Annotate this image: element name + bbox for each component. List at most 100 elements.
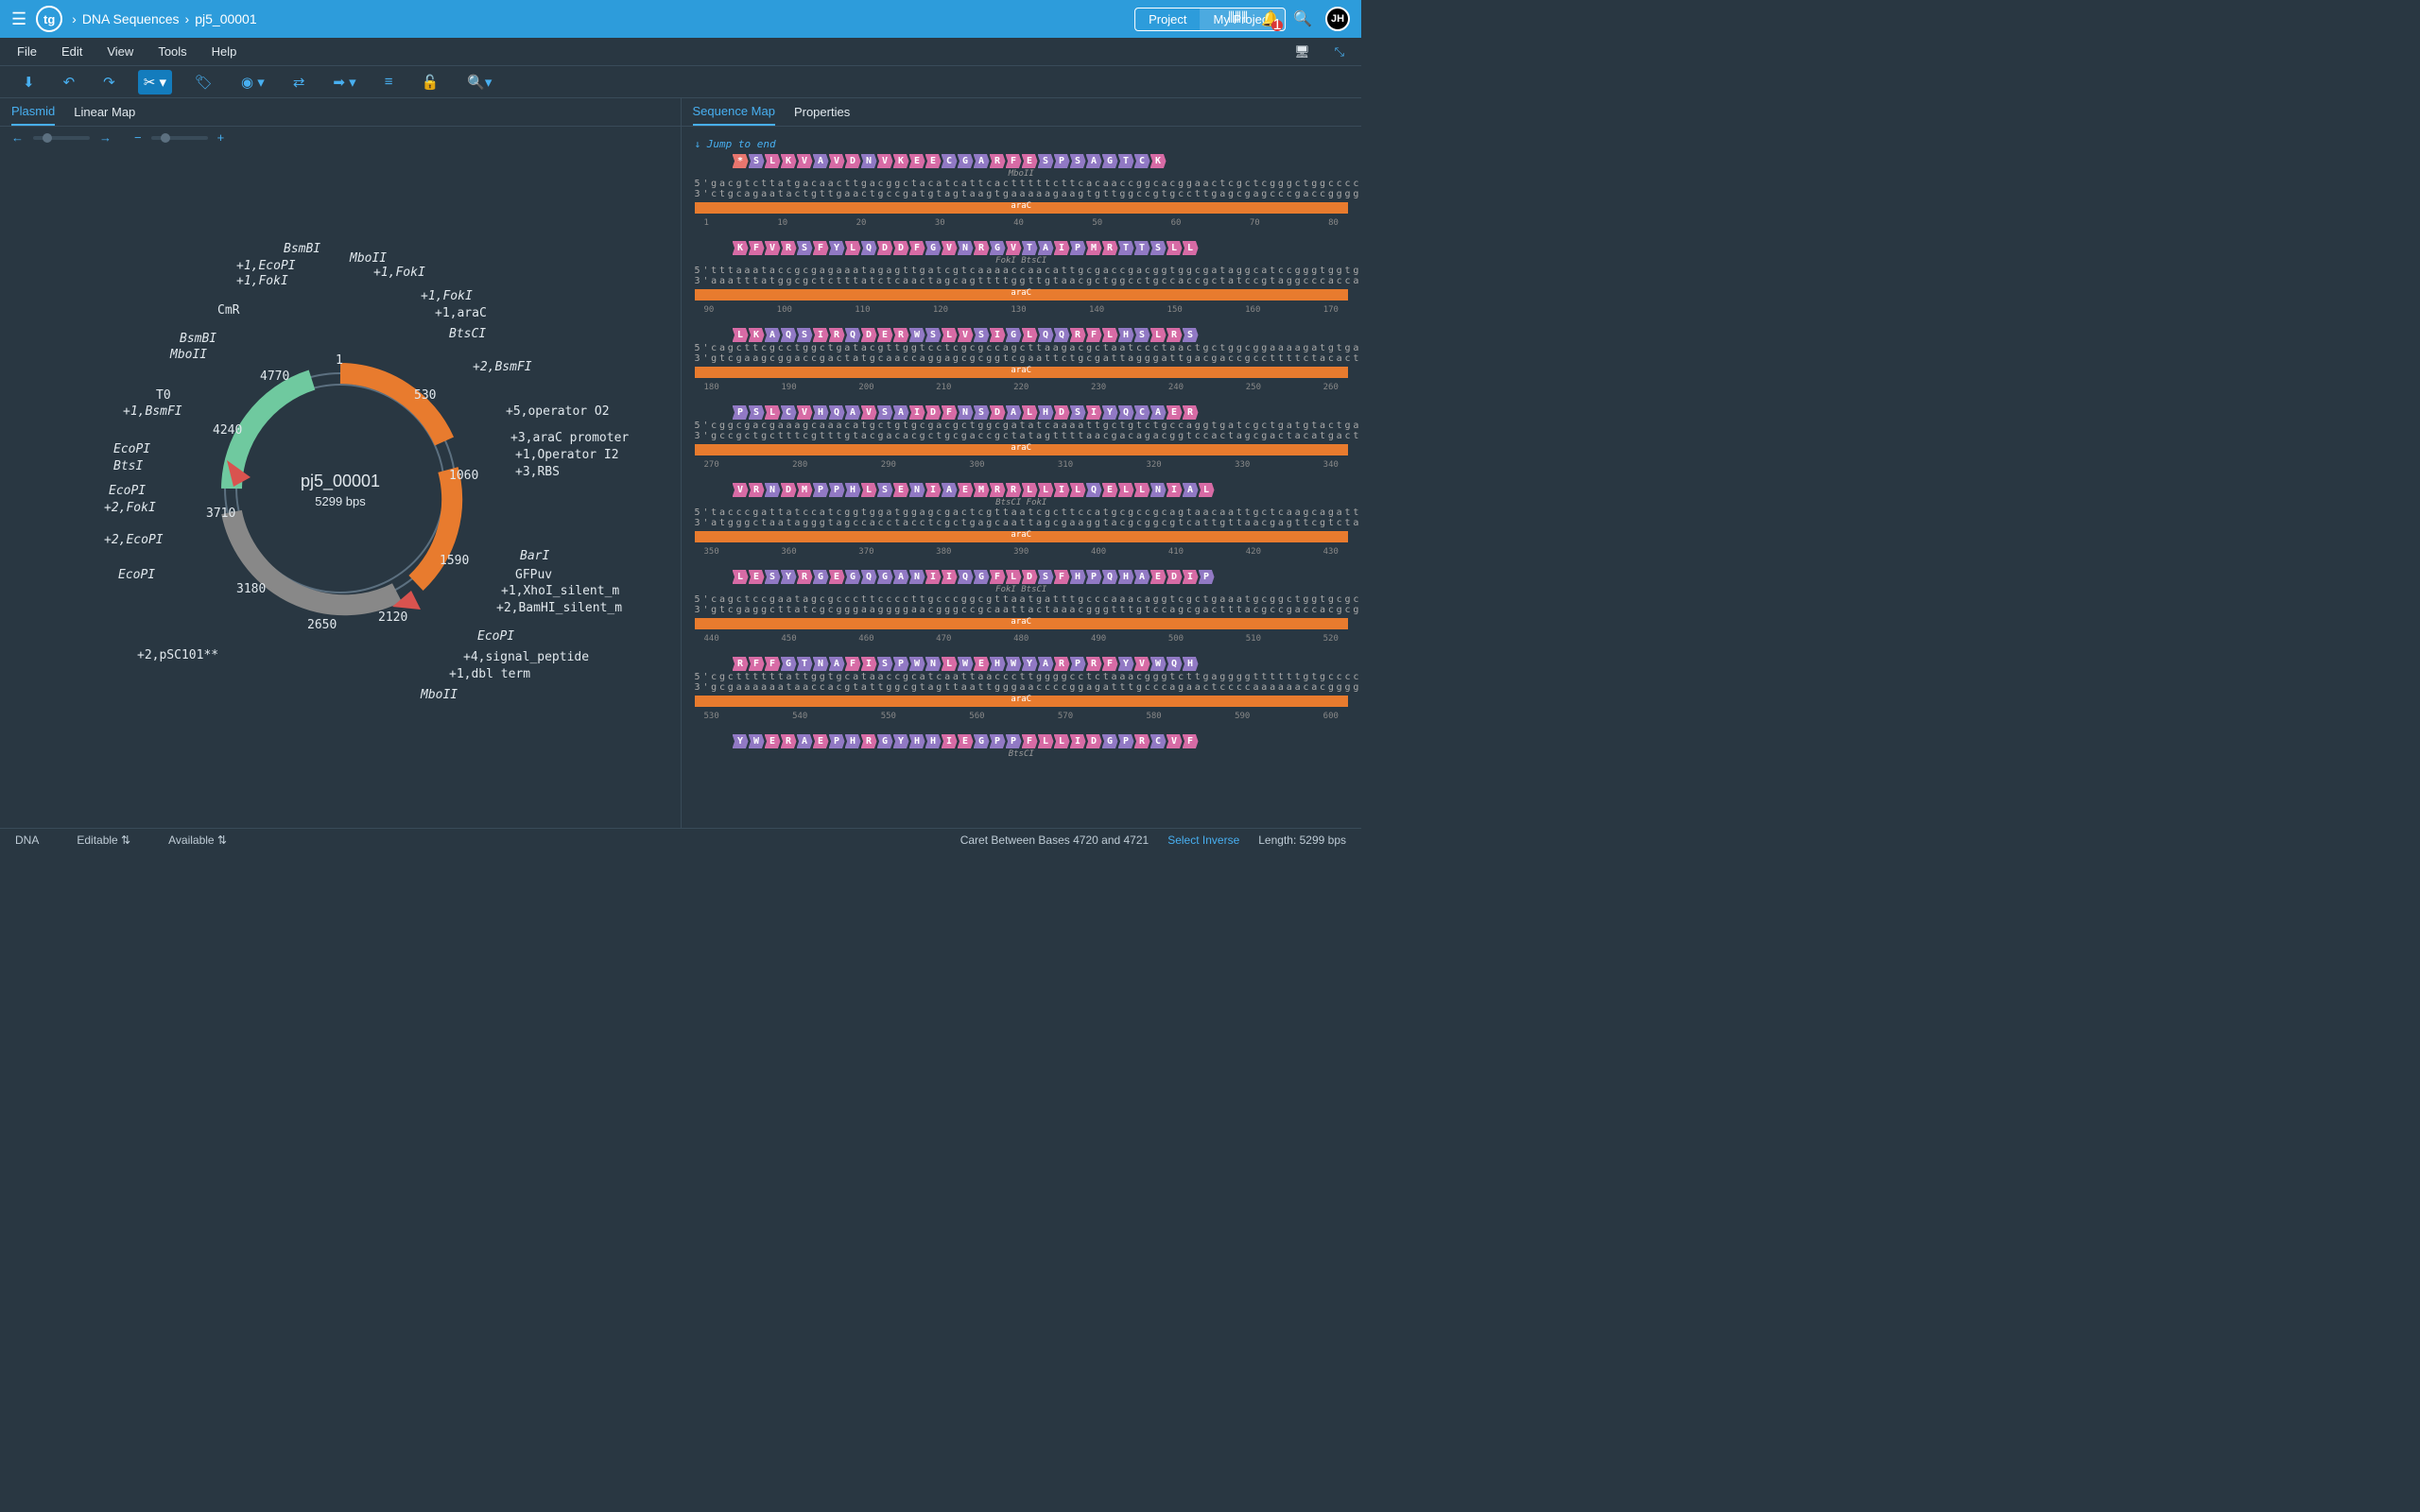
- swap-icon[interactable]: ⇄: [287, 70, 311, 94]
- svg-text:BsmBI: BsmBI: [284, 242, 320, 256]
- lock-icon[interactable]: 🔓: [415, 70, 444, 94]
- svg-text:+1,BsmFI: +1,BsmFI: [123, 404, 182, 419]
- left-panel: Plasmid Linear Map ← → − + pj5_00001: [0, 98, 682, 828]
- sequence-content[interactable]: ↓ Jump to end *SLKVAVDNVKEECGARFESPSAGTC…: [682, 127, 1362, 828]
- zoom-controls: ← → − +: [0, 127, 681, 148]
- svg-text:3710: 3710: [206, 507, 235, 521]
- plasmid-size: 5299 bps: [315, 494, 366, 508]
- svg-text:BarI: BarI: [520, 549, 549, 563]
- menu-help[interactable]: Help: [212, 44, 237, 59]
- arrow-icon[interactable]: ➡ ▾: [327, 70, 361, 94]
- pan-slider[interactable]: [33, 136, 90, 140]
- rotate-icon[interactable]: ◉ ▾: [235, 70, 270, 94]
- zoom-in-icon[interactable]: +: [217, 130, 225, 145]
- svg-text:+2,FokI: +2,FokI: [104, 501, 156, 515]
- svg-text:MboII: MboII: [420, 688, 458, 702]
- svg-text:+2,pSC101**: +2,pSC101**: [137, 648, 218, 662]
- svg-text:+4,signal_peptide: +4,signal_peptide: [463, 650, 589, 664]
- right-tabs: Sequence Map Properties: [682, 98, 1362, 127]
- svg-text:+3,RBS: +3,RBS: [515, 465, 560, 479]
- breadcrumb-sep: ›: [185, 11, 190, 26]
- status-length: Length: 5299 bps: [1258, 833, 1346, 847]
- svg-text:+1,FokI: +1,FokI: [421, 289, 473, 303]
- search-tool-icon[interactable]: 🔍▾: [461, 70, 497, 94]
- screen-icon[interactable]: 🖥: [1294, 44, 1310, 60]
- svg-text:+1,Operator I2: +1,Operator I2: [515, 448, 619, 462]
- cut-tool[interactable]: ✂ ▾: [138, 70, 172, 94]
- menu-edit[interactable]: Edit: [61, 44, 82, 59]
- svg-text:+1,XhoI_silent_m: +1,XhoI_silent_m: [501, 584, 619, 598]
- avatar[interactable]: JH: [1325, 7, 1350, 31]
- svg-text:1: 1: [336, 353, 343, 368]
- status-type: DNA: [15, 833, 39, 847]
- right-panel: Sequence Map Properties ↓ Jump to end *S…: [682, 98, 1362, 828]
- menu-view[interactable]: View: [107, 44, 133, 59]
- zoom-out-icon[interactable]: −: [134, 130, 142, 145]
- svg-text:+5,operator O2: +5,operator O2: [506, 404, 610, 419]
- toolbar: ⬇ ↶ ↷ ✂ ▾ 🏷 ◉ ▾ ⇄ ➡ ▾ ≡ 🔓 🔍▾: [0, 66, 1361, 98]
- svg-text:+1,araC: +1,araC: [435, 306, 487, 320]
- svg-text:EcoPI: EcoPI: [109, 484, 146, 498]
- svg-text:+1,dbl term: +1,dbl term: [449, 667, 530, 681]
- project-tab[interactable]: Project: [1135, 9, 1200, 30]
- svg-text:BsmBI: BsmBI: [180, 332, 216, 346]
- align-icon[interactable]: ≡: [379, 70, 399, 94]
- breadcrumb-item[interactable]: DNA Sequences: [82, 11, 180, 26]
- plasmid-name: pj5_00001: [301, 472, 380, 491]
- statusbar: DNA Editable ⇅ Available ⇅ Caret Between…: [0, 828, 1361, 850]
- status-editable[interactable]: Editable ⇅: [77, 833, 130, 847]
- svg-text:1590: 1590: [440, 554, 469, 568]
- breadcrumb: › DNA Sequences › pj5_00001: [72, 11, 256, 26]
- svg-text:CmR: CmR: [217, 303, 240, 318]
- svg-text:+1,FokI: +1,FokI: [373, 266, 425, 280]
- main-content: Plasmid Linear Map ← → − + pj5_00001: [0, 98, 1361, 828]
- menu-tools[interactable]: Tools: [158, 44, 186, 59]
- svg-text:EcoPI: EcoPI: [118, 568, 155, 582]
- svg-text:+2,BamHI_silent_m: +2,BamHI_silent_m: [496, 601, 622, 615]
- svg-text:MboII: MboII: [169, 348, 207, 362]
- svg-text:2120: 2120: [378, 610, 407, 625]
- tab-properties[interactable]: Properties: [794, 99, 850, 125]
- menubar: File Edit View Tools Help 🖥 ⤡: [0, 38, 1361, 66]
- svg-text:4240: 4240: [213, 423, 242, 438]
- svg-text:T0: T0: [156, 388, 171, 403]
- zoom-left-icon[interactable]: ←: [11, 130, 24, 145]
- zoom-right-icon[interactable]: →: [99, 130, 112, 145]
- select-inverse-link[interactable]: Select Inverse: [1167, 833, 1239, 847]
- tag-icon[interactable]: 🏷: [189, 70, 218, 94]
- svg-text:530: 530: [414, 388, 436, 403]
- logo[interactable]: tg: [36, 6, 62, 32]
- svg-text:2650: 2650: [307, 618, 337, 632]
- svg-text:+1,EcoPI: +1,EcoPI: [236, 259, 296, 273]
- tab-sequence-map[interactable]: Sequence Map: [693, 98, 775, 126]
- menu-icon[interactable]: ☰: [11, 9, 26, 29]
- plasmid-view[interactable]: pj5_00001 5299 bps 1 530 1060 1590 2120 …: [0, 148, 681, 828]
- bell-icon[interactable]: 🔔1: [1261, 9, 1280, 28]
- download-icon[interactable]: ⬇: [17, 70, 41, 94]
- search-icon[interactable]: 🔍: [1293, 9, 1312, 28]
- svg-text:+1,FokI: +1,FokI: [236, 274, 288, 288]
- svg-text:EcoPI: EcoPI: [113, 442, 150, 456]
- redo-icon[interactable]: ↷: [97, 70, 121, 94]
- tab-plasmid[interactable]: Plasmid: [11, 98, 55, 126]
- svg-text:+3,araC promoter: +3,araC promoter: [510, 431, 629, 445]
- svg-text:1060: 1060: [449, 469, 478, 483]
- svg-text:3180: 3180: [236, 582, 266, 596]
- breadcrumb-item[interactable]: pj5_00001: [195, 11, 256, 26]
- svg-text:MboII: MboII: [349, 251, 387, 266]
- status-available[interactable]: Available ⇅: [168, 833, 227, 847]
- menu-file[interactable]: File: [17, 44, 37, 59]
- svg-text:BtsI: BtsI: [113, 459, 143, 473]
- undo-icon[interactable]: ↶: [58, 70, 81, 94]
- status-caret: Caret Between Bases 4720 and 4721: [960, 833, 1149, 847]
- breadcrumb-sep: ›: [72, 11, 77, 26]
- plasmid-svg: pj5_00001 5299 bps 1 530 1060 1590 2120 …: [47, 196, 633, 782]
- collapse-icon[interactable]: ⤡: [1335, 44, 1344, 60]
- jump-to-end-link[interactable]: Jump to end: [707, 134, 776, 154]
- tab-linear[interactable]: Linear Map: [74, 99, 135, 125]
- svg-text:+2,BsmFI: +2,BsmFI: [473, 360, 532, 374]
- svg-text:4770: 4770: [260, 369, 289, 384]
- zoom-slider[interactable]: [151, 136, 208, 140]
- svg-text:GFPuv: GFPuv: [515, 568, 552, 582]
- app-header: ☰ tg › DNA Sequences › pj5_00001 Project…: [0, 0, 1361, 38]
